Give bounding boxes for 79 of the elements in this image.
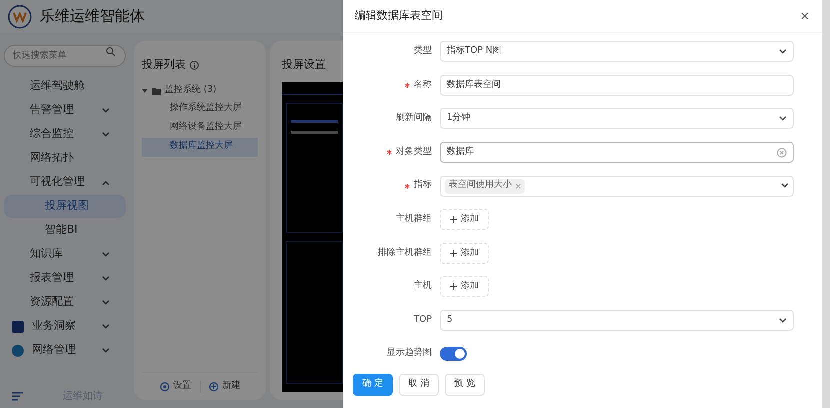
menu-item[interactable]: 运维驾驶舱 <box>4 75 126 98</box>
secondary-button[interactable]: 预 览 <box>445 374 485 396</box>
app-title: 乐维运维智能体 <box>40 6 145 28</box>
add-button[interactable]: 添加 <box>440 209 489 230</box>
gear-icon <box>160 382 170 392</box>
chevron-icon <box>102 108 110 114</box>
select-field[interactable]: 5 <box>440 310 794 332</box>
chevron-icon <box>102 132 110 138</box>
select-field[interactable]: 指标TOP N图 <box>440 41 794 62</box>
folder-icon <box>152 86 161 94</box>
logo-icon <box>8 4 32 28</box>
chevron-icon <box>779 318 787 324</box>
drawer-title: 编辑数据库表空间 <box>355 8 443 24</box>
clear-icon[interactable] <box>777 148 787 158</box>
menu-item[interactable]: 资源配置 <box>4 291 126 314</box>
add-button[interactable]: 添加 <box>440 242 489 264</box>
chevron-icon <box>102 300 110 306</box>
module-icon <box>12 320 24 332</box>
chevron-icon <box>779 116 787 122</box>
plus-icon <box>450 250 457 257</box>
input-field[interactable]: 数据库表空间 <box>440 74 794 96</box>
tag: 表空间使用大小 <box>445 178 525 194</box>
chevron-icon <box>102 252 110 258</box>
form-label: 主机 <box>414 280 432 294</box>
menu-item[interactable]: 网络管理 <box>4 339 126 362</box>
form-label: TOP <box>414 314 432 327</box>
tree-node[interactable]: 网络设备监控大屏 <box>142 118 258 138</box>
chevron-icon <box>781 183 789 190</box>
panel-action[interactable]: 设置 <box>160 380 192 394</box>
search-field[interactable]: 快速搜索菜单 <box>4 45 126 67</box>
close-icon[interactable] <box>516 184 521 189</box>
menu-item[interactable]: 报表管理 <box>4 267 126 290</box>
add-button[interactable]: 添加 <box>440 276 489 298</box>
select-field[interactable]: 表空间使用大小 <box>440 176 794 197</box>
close-button[interactable]: × <box>800 7 810 25</box>
scrollbar[interactable] <box>822 0 830 408</box>
plus-icon <box>450 216 457 224</box>
input-field[interactable]: 数据库 <box>440 142 794 164</box>
search-icon <box>106 47 116 57</box>
menu-item[interactable]: 综合监控 <box>4 123 126 146</box>
required-icon <box>405 184 410 189</box>
select-field[interactable]: 1分钟 <box>440 108 794 130</box>
menu-icon[interactable] <box>12 392 23 400</box>
menu-item[interactable]: 投屏视图 <box>4 195 126 218</box>
chevron-icon <box>102 348 110 354</box>
form-label: 刷新间隔 <box>396 112 432 126</box>
chevron-icon <box>102 324 110 330</box>
form-label: 主机群组 <box>396 213 432 226</box>
chevron-icon <box>102 276 110 282</box>
form-label: 对象类型 <box>396 146 432 159</box>
plus-icon <box>450 283 457 290</box>
plus-circle-icon <box>208 382 218 392</box>
form-label: 显示趋势图 <box>387 347 432 360</box>
panel-action[interactable]: 新建 <box>208 380 240 394</box>
tree-node[interactable]: 数据库监控大屏 <box>142 138 258 156</box>
menu-item[interactable]: 智能BI <box>4 219 126 242</box>
caret-icon <box>142 88 148 94</box>
secondary-button[interactable]: 取 消 <box>399 374 439 396</box>
globe-icon <box>12 344 24 356</box>
required-icon <box>405 82 410 88</box>
form-label: 名称 <box>414 78 432 92</box>
menu-item[interactable]: 告警管理 <box>4 99 126 122</box>
form-label: 类型 <box>414 45 432 58</box>
tree-node[interactable]: 监控系统 (3) <box>142 82 258 100</box>
toggle-switch[interactable] <box>440 347 467 362</box>
menu-item[interactable]: 网络拓扑 <box>4 147 126 170</box>
panel-title: 投屏列表 <box>142 57 186 73</box>
menu-item[interactable]: 业务洞察 <box>4 315 126 338</box>
menu-item[interactable]: 可视化管理 <box>4 171 126 194</box>
tree-node[interactable]: 操作系统监控大屏 <box>142 100 258 118</box>
chevron-icon <box>102 180 110 186</box>
panel-title: 投屏设置 <box>282 57 327 73</box>
info-icon <box>190 60 199 70</box>
confirm-button[interactable]: 确 定 <box>353 374 393 396</box>
chevron-icon <box>779 48 787 55</box>
required-icon <box>387 150 392 156</box>
menu-item[interactable]: 知识库 <box>4 243 126 266</box>
form-label: 排除主机群组 <box>378 246 432 260</box>
form-label: 指标 <box>414 179 432 192</box>
